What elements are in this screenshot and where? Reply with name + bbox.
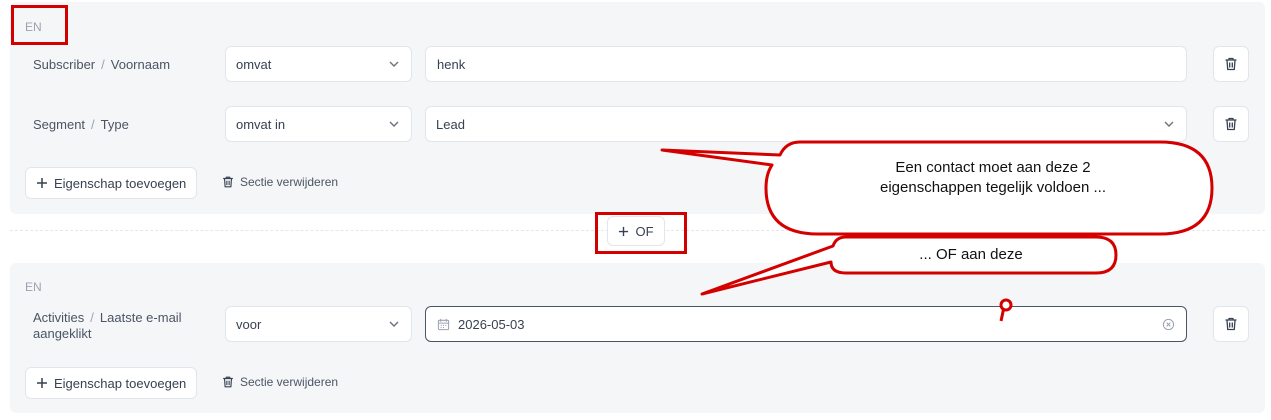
- add-property-label: Eigenschap toevoegen: [54, 175, 187, 191]
- chevron-down-icon: [389, 321, 399, 327]
- property-label-voornaam: Subscriber / Voornaam: [33, 57, 170, 73]
- remove-section-button[interactable]: Sectie verwijderen: [221, 175, 338, 189]
- delete-row-button[interactable]: [1213, 106, 1249, 142]
- operator-select-voornaam[interactable]: omvat: [225, 46, 412, 82]
- property-label-type: Segment / Type: [33, 117, 129, 133]
- remove-section-label: Sectie verwijderen: [240, 175, 339, 189]
- add-property-button[interactable]: Eigenschap toevoegen: [25, 367, 198, 399]
- delete-row-button[interactable]: [1213, 46, 1249, 82]
- trash-icon: [1225, 117, 1237, 131]
- select-value: Lead: [436, 116, 465, 132]
- operator-value: voor: [236, 316, 262, 332]
- trash-icon: [223, 376, 233, 388]
- property-entity: Segment: [33, 117, 86, 132]
- remove-section-label: Sectie verwijderen: [240, 375, 339, 389]
- property-field: Voornaam: [110, 57, 171, 72]
- add-property-label: Eigenschap toevoegen: [54, 375, 187, 391]
- property-field: Laatste e-mail: [99, 310, 182, 325]
- value-input-voornaam[interactable]: henk: [425, 46, 1187, 82]
- operator-select-date[interactable]: voor: [225, 306, 412, 342]
- annotation-highlight-of: [595, 212, 687, 254]
- plus-icon: [37, 378, 47, 388]
- callout-text-1: Een contact moet aan deze 2 eigenschappe…: [820, 158, 1166, 198]
- trash-icon: [223, 176, 233, 188]
- trash-icon: [1225, 317, 1237, 331]
- remove-section-button[interactable]: Sectie verwijderen: [221, 375, 338, 389]
- calendar-icon: [437, 318, 450, 330]
- add-property-button[interactable]: Eigenschap toevoegen: [25, 167, 198, 199]
- chevron-down-icon: [389, 121, 399, 127]
- path-separator: /: [90, 310, 94, 325]
- group-connector-label: EN: [25, 280, 42, 294]
- plus-icon: [37, 178, 47, 188]
- date-input-content: 2026-05-03: [437, 317, 525, 332]
- annotation-highlight-en: [11, 5, 68, 45]
- operator-value: omvat: [236, 56, 272, 72]
- path-separator: /: [91, 117, 95, 132]
- value-select-type[interactable]: Lead: [425, 106, 1187, 142]
- date-value: 2026-05-03: [458, 316, 525, 332]
- callout-text-1-line1: Een contact moet aan deze 2: [895, 159, 1091, 176]
- path-separator: /: [101, 57, 105, 72]
- trash-icon: [1225, 57, 1237, 71]
- property-entity: Activities: [33, 310, 85, 325]
- chevron-down-icon: [389, 61, 399, 67]
- clear-circle-icon[interactable]: [1162, 318, 1175, 331]
- input-value: henk: [437, 56, 466, 72]
- delete-row-button[interactable]: [1213, 306, 1249, 342]
- date-input[interactable]: 2026-05-03: [425, 306, 1187, 342]
- callout-text-1-line2: eigenschappen tegelijk voldoen ...: [880, 179, 1106, 196]
- property-field: Type: [100, 117, 129, 132]
- callout-text-2: ... OF aan deze: [919, 246, 1023, 263]
- property-entity: Subscriber: [33, 57, 96, 72]
- property-label-laatste-email: Activities / Laatste e-mail aangeklikt: [33, 310, 182, 342]
- chevron-down-icon: [1164, 121, 1174, 127]
- operator-value: omvat in: [236, 116, 286, 132]
- operator-select-type[interactable]: omvat in: [225, 106, 412, 142]
- property-field-continued: aangeklikt: [33, 326, 92, 341]
